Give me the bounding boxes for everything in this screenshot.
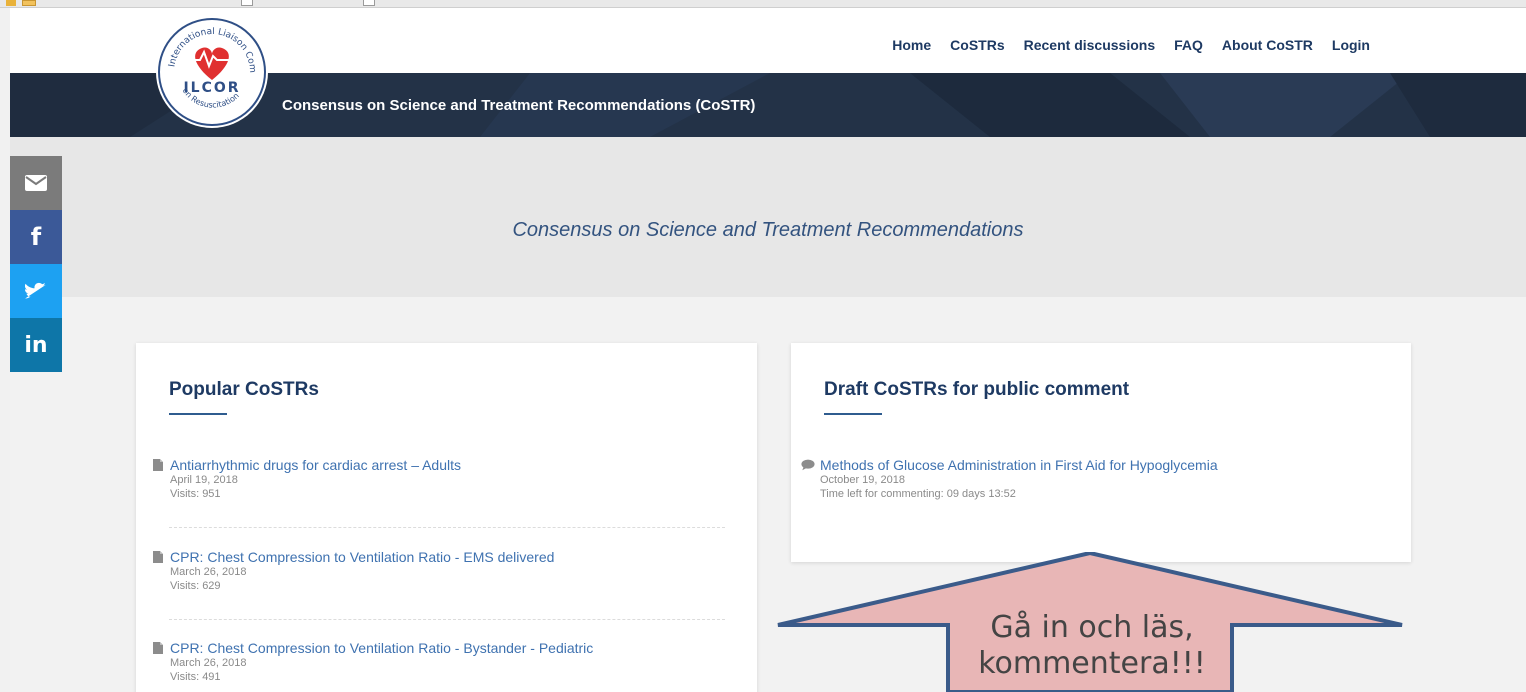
comment-icon xyxy=(801,459,815,471)
title-underline xyxy=(824,413,882,415)
item-visits: Visits: 951 xyxy=(170,488,221,500)
callout-text: Gå in och läs, kommentera!!! xyxy=(947,610,1237,682)
bookmark-page-icon[interactable] xyxy=(363,0,375,6)
bookmark-page-icon[interactable] xyxy=(241,0,253,6)
bookmark-folder-icon[interactable] xyxy=(22,0,36,6)
hero-subtitle: Consensus on Science and Treatment Recom… xyxy=(512,219,1024,241)
logo-graphic: International Liaison Committee ILCOR on… xyxy=(160,20,257,110)
nav-recent-discussions[interactable]: Recent discussions xyxy=(1024,37,1156,53)
document-icon xyxy=(153,459,163,471)
document-icon xyxy=(153,551,163,563)
item-date: April 19, 2018 xyxy=(170,474,238,486)
popular-costrs-card: Popular CoSTRs Antiarrhythmic drugs for … xyxy=(136,343,757,692)
item-visits: Visits: 491 xyxy=(170,671,221,683)
hero-section: Consensus on Science and Treatment Recom… xyxy=(10,137,1526,297)
callout-line-1: Gå in och läs, xyxy=(990,610,1194,645)
social-share-bar: f in xyxy=(10,156,62,372)
email-icon xyxy=(25,175,47,191)
linkedin-icon: in xyxy=(24,332,48,358)
twitter-share-button[interactable] xyxy=(10,264,62,318)
item-date: March 26, 2018 xyxy=(170,566,247,578)
item-visits: Visits: 629 xyxy=(170,580,221,592)
nav-about-costr[interactable]: About CoSTR xyxy=(1222,37,1313,53)
facebook-share-button[interactable]: f xyxy=(10,210,62,264)
time-left-text: Time left for commenting: 09 days 13:52 xyxy=(820,488,1016,500)
main-nav: Home CoSTRs Recent discussions FAQ About… xyxy=(873,37,1370,53)
linkedin-share-button[interactable]: in xyxy=(10,318,62,372)
item-date: March 26, 2018 xyxy=(170,657,247,669)
costr-link[interactable]: Antiarrhythmic drugs for cardiac arrest … xyxy=(170,457,461,473)
nav-faq[interactable]: FAQ xyxy=(1174,37,1203,53)
draft-costr-link[interactable]: Methods of Glucose Administration in Fir… xyxy=(820,457,1218,473)
twitter-icon xyxy=(25,282,46,299)
facebook-icon: f xyxy=(30,223,42,251)
list-item: Antiarrhythmic drugs for cardiac arrest … xyxy=(151,457,726,501)
callout-line-2: kommentera!!! xyxy=(978,646,1206,681)
draft-costrs-title: Draft CoSTRs for public comment xyxy=(824,379,1130,400)
nav-costrs[interactable]: CoSTRs xyxy=(950,37,1004,53)
browser-bookmarks-strip xyxy=(0,0,1526,8)
draft-costrs-card: Draft CoSTRs for public comment Methods … xyxy=(791,343,1411,562)
list-item: CPR: Chest Compression to Ventilation Ra… xyxy=(151,549,726,593)
document-icon xyxy=(153,642,163,654)
divider xyxy=(169,527,725,528)
bookmark-star-icon[interactable] xyxy=(6,0,16,6)
email-share-button[interactable] xyxy=(10,156,62,210)
nav-home[interactable]: Home xyxy=(892,37,931,53)
costr-link[interactable]: CPR: Chest Compression to Ventilation Ra… xyxy=(170,549,554,565)
ilcor-logo[interactable]: International Liaison Committee ILCOR on… xyxy=(158,18,266,126)
title-underline xyxy=(169,413,227,415)
heart-icon xyxy=(195,47,229,80)
list-item: Methods of Glucose Administration in Fir… xyxy=(801,457,1376,501)
item-date: October 19, 2018 xyxy=(820,474,906,486)
costr-link[interactable]: CPR: Chest Compression to Ventilation Ra… xyxy=(170,640,593,656)
popular-costrs-title: Popular CoSTRs xyxy=(169,379,319,400)
divider xyxy=(169,619,725,620)
nav-login[interactable]: Login xyxy=(1332,37,1370,53)
banner-title: Consensus on Science and Treatment Recom… xyxy=(282,97,756,114)
list-item: CPR: Chest Compression to Ventilation Ra… xyxy=(151,640,726,684)
